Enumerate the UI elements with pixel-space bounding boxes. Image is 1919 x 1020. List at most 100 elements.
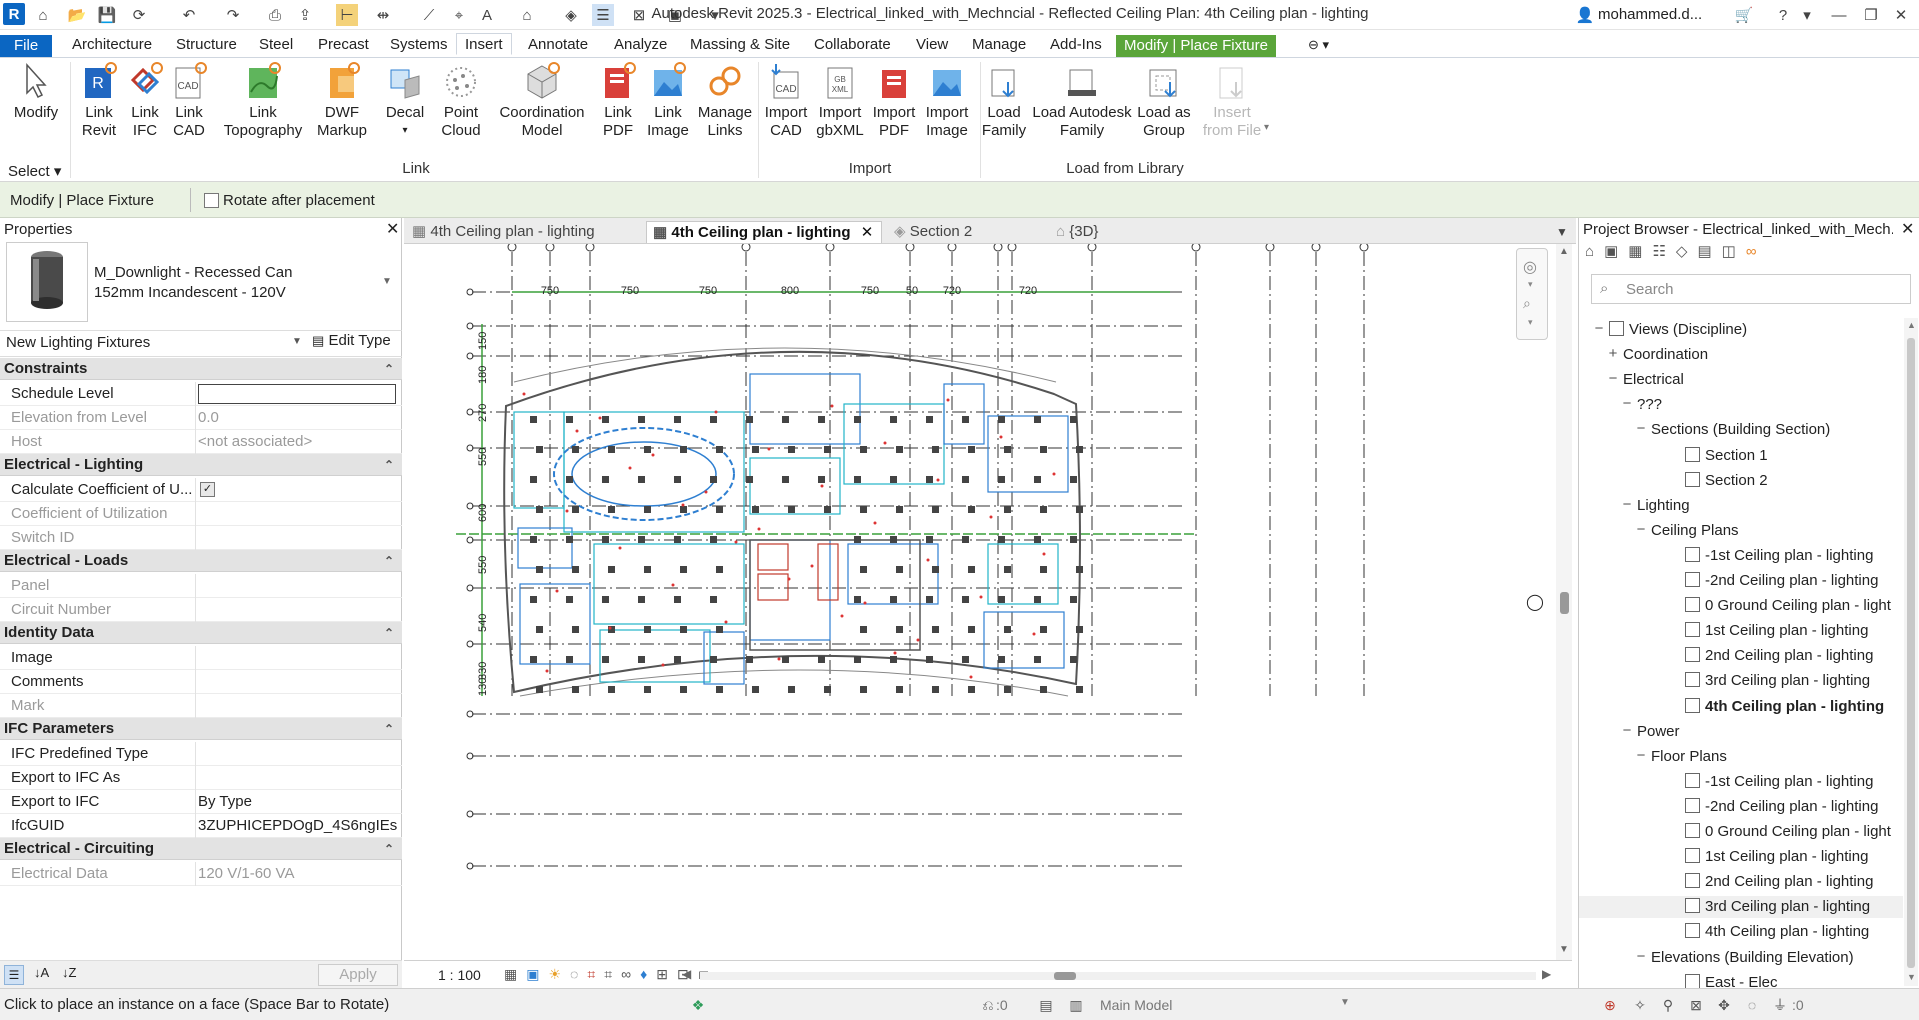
worksharing-icon[interactable]: ⊞ xyxy=(656,966,677,982)
section-header[interactable]: Electrical - Circuiting ⌃ xyxy=(0,838,402,860)
category-dropdown-icon[interactable]: ▼ xyxy=(292,336,302,347)
browser-scroll-thumb[interactable] xyxy=(1907,338,1915,968)
select-pinned-icon[interactable]: ⚲ xyxy=(1660,997,1676,1013)
tab-analyze[interactable]: Analyze xyxy=(612,34,669,56)
collapse-icon[interactable]: − xyxy=(1635,521,1647,538)
decal-dropdown-icon[interactable]: ▾ xyxy=(380,122,430,140)
browser-group-item[interactable]: Lighting xyxy=(1637,496,1690,516)
tab-collaborate[interactable]: Collaborate xyxy=(812,34,893,56)
browser-view-item[interactable]: -1st Ceiling plan - lighting xyxy=(1685,772,1873,792)
section-header[interactable]: IFC Parameters ⌃ xyxy=(0,718,402,740)
collapse-icon[interactable]: ⌃ xyxy=(384,454,394,476)
browser-view-item[interactable]: 0 Ground Ceiling plan - light xyxy=(1685,822,1891,842)
browser-group-item[interactable]: Power xyxy=(1637,722,1680,742)
measure-icon[interactable]: ⇹ xyxy=(372,4,394,26)
thin-lines-icon[interactable]: ⊢ xyxy=(336,4,358,26)
section-header[interactable]: Electrical - Lighting ⌃ xyxy=(0,454,402,476)
browser-scroll-up-icon[interactable]: ▲ xyxy=(1907,320,1916,330)
view-tabs-dropdown-icon[interactable]: ▼ xyxy=(1556,221,1568,243)
legends-icon[interactable]: ◫ xyxy=(1722,243,1746,260)
select-links-icon[interactable]: ⊕ xyxy=(1602,997,1618,1013)
browser-view-item[interactable]: -1st Ceiling plan - lighting xyxy=(1685,546,1873,566)
edit-type-button[interactable]: ▤ Edit Type xyxy=(312,332,391,349)
collapse-icon[interactable]: − xyxy=(1635,420,1647,437)
temporary-hide-icon[interactable]: ∞ xyxy=(621,966,640,982)
shadows-icon[interactable]: ◌ xyxy=(570,966,587,982)
design-options-icon[interactable]: ▤ xyxy=(1038,997,1054,1013)
browser-group-item[interactable]: Coordination xyxy=(1623,345,1708,365)
scroll-down-icon[interactable]: ▼ xyxy=(1559,944,1569,955)
browser-view-item[interactable]: 3rd Ceiling plan - lighting xyxy=(1685,671,1870,691)
browser-group-item[interactable]: Ceiling Plans xyxy=(1651,521,1739,541)
browser-view-item[interactable]: -2nd Ceiling plan - lighting xyxy=(1685,797,1878,817)
load-family-button[interactable]: Load Family xyxy=(976,62,1032,140)
collapse-icon[interactable]: − xyxy=(1593,320,1605,337)
browser-view-item[interactable]: 1st Ceiling plan - lighting xyxy=(1685,621,1868,641)
link-cad-button[interactable]: CAD Link CAD xyxy=(168,62,210,140)
link-image-button[interactable]: Link Image xyxy=(642,62,694,140)
collapse-icon[interactable]: ⌃ xyxy=(384,622,394,644)
user-icon[interactable]: 👤 xyxy=(1574,4,1596,26)
export-icon[interactable]: ⇪ xyxy=(294,4,316,26)
import-gbxml-button[interactable]: GB XML Import gbXML xyxy=(812,62,868,140)
view-tab-3d[interactable]: ⌂ {3D} xyxy=(1056,221,1098,243)
model-selector[interactable]: Main Model xyxy=(1100,997,1172,1013)
link-revit-button[interactable]: R Link Revit xyxy=(74,62,124,140)
tab-file[interactable]: File xyxy=(0,35,53,57)
properties-close-icon[interactable]: ✕ xyxy=(386,219,399,239)
browser-view-item[interactable]: 0 Ground Ceiling plan - light xyxy=(1685,596,1891,616)
browser-scroll-down-icon[interactable]: ▼ xyxy=(1907,972,1916,982)
apply-button[interactable]: Apply xyxy=(318,964,398,986)
link-pdf-button[interactable]: Link PDF xyxy=(596,62,640,140)
hscroll-right-icon[interactable]: ▶ xyxy=(1542,967,1551,981)
property-value[interactable]: 3ZUPHICEPDOgD_4S6ngIEs xyxy=(198,814,398,837)
sync-icon[interactable]: ⟳ xyxy=(128,4,150,26)
browser-group-item[interactable]: Views (Discipline) xyxy=(1609,320,1747,340)
tab-steel[interactable]: Steel xyxy=(257,34,295,56)
insert-from-file-button[interactable]: Insert from File xyxy=(1196,62,1268,140)
reveal-hidden-icon[interactable]: ♦ xyxy=(640,966,656,982)
section-header[interactable]: Constraints ⌃ xyxy=(0,358,402,380)
visual-style-icon[interactable]: ▣ xyxy=(526,966,548,982)
tab-structure[interactable]: Structure xyxy=(174,34,239,56)
tab-modify-place-fixture[interactable]: Modify | Place Fixture xyxy=(1116,35,1276,57)
select-by-face-icon[interactable]: ⊠ xyxy=(1688,997,1704,1013)
3d-view-icon[interactable]: ⌂ xyxy=(516,4,538,26)
scroll-thumb[interactable] xyxy=(1560,592,1569,614)
filter-icon[interactable]: ⏚ xyxy=(1772,997,1788,1013)
collapse-icon[interactable]: − xyxy=(1635,747,1647,764)
home-icon[interactable]: ⌂ xyxy=(1585,243,1604,260)
link-topography-button[interactable]: Link Topography xyxy=(218,62,308,140)
hscroll-thumb[interactable] xyxy=(1054,972,1076,980)
crop-region-icon[interactable]: ⌗ xyxy=(604,966,621,982)
restore-icon[interactable]: ❐ xyxy=(1860,4,1882,26)
link-ifc-button[interactable]: Link IFC xyxy=(124,62,166,140)
model-dropdown-icon[interactable]: ▼ xyxy=(1340,997,1350,1008)
import-image-button[interactable]: Import Image xyxy=(920,62,974,140)
rotate-checkbox[interactable] xyxy=(204,193,219,208)
families-icon[interactable]: ◇ xyxy=(1676,243,1698,260)
browser-group-item[interactable]: Sections (Building Section) xyxy=(1651,420,1830,440)
coefficient-checkbox[interactable]: ✓ xyxy=(200,482,215,497)
tab-manage[interactable]: Manage xyxy=(970,34,1028,56)
drag-elements-icon[interactable]: ✥ xyxy=(1716,997,1732,1013)
sort-ascending-icon[interactable]: ↓A xyxy=(34,965,49,980)
views-icon[interactable]: ▣ xyxy=(1604,243,1628,260)
help-icon[interactable]: ? xyxy=(1772,4,1794,26)
import-pdf-button[interactable]: Import PDF xyxy=(870,62,918,140)
view-tab-section[interactable]: ◈ Section 2 xyxy=(894,221,972,243)
point-cloud-button[interactable]: Point Cloud xyxy=(434,62,488,140)
tab-add-ins[interactable]: Add-Ins xyxy=(1048,34,1104,56)
collapse-icon[interactable]: ⌃ xyxy=(384,550,394,572)
expand-icon[interactable]: + xyxy=(1607,345,1619,362)
scroll-up-icon[interactable]: ▲ xyxy=(1559,246,1569,257)
browser-view-item[interactable]: 2nd Ceiling plan - lighting xyxy=(1685,646,1873,666)
dwf-markup-button[interactable]: DWF Markup xyxy=(312,62,372,140)
browser-view-item[interactable]: 4th Ceiling plan - lighting xyxy=(1685,922,1869,942)
sun-path-icon[interactable]: ☀ xyxy=(548,966,570,982)
tab-systems[interactable]: Systems xyxy=(388,34,450,56)
browser-view-item[interactable]: -2nd Ceiling plan - lighting xyxy=(1685,571,1878,591)
property-value[interactable]: By Type xyxy=(198,790,398,813)
view-scale[interactable]: 1 : 100 xyxy=(438,967,481,983)
browser-group-item[interactable]: ??? xyxy=(1637,395,1662,415)
